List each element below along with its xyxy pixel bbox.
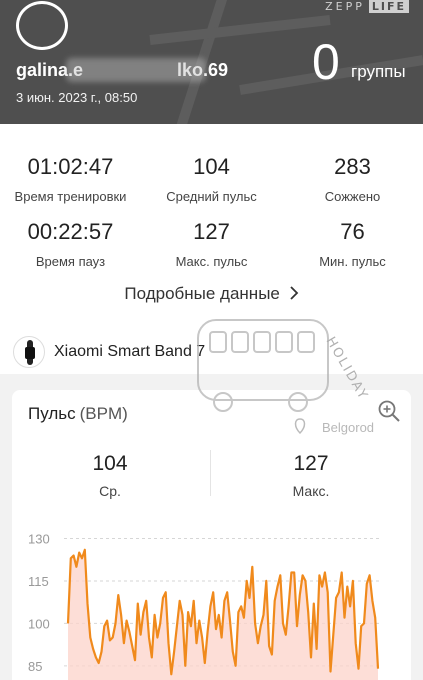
- max-pulse-label: Макс.: [292, 483, 330, 499]
- heart-rate-chart: 130 115 100 85: [28, 531, 382, 680]
- divider: [210, 450, 211, 496]
- stat-value: 104: [193, 154, 230, 179]
- stat-avg-pulse: 104 Средний пульс: [141, 154, 282, 204]
- watermark-city: Belgorod: [322, 420, 374, 435]
- avg-pulse-value: 104: [92, 452, 128, 475]
- y-tick-label: 100: [28, 616, 50, 631]
- avg-pulse-label: Ср.: [99, 483, 121, 499]
- stat-value: 01:02:47: [27, 154, 114, 179]
- user-avatar[interactable]: [16, 1, 68, 50]
- stat-min-pulse: 76 Мин. пульс: [282, 219, 423, 269]
- watermark-word: HOLIDAY: [323, 335, 371, 404]
- name-redaction: [66, 58, 206, 82]
- stat-value: 127: [193, 219, 230, 244]
- y-tick-label: 85: [28, 659, 42, 674]
- band-icon: [13, 336, 45, 368]
- stat-value: 76: [340, 219, 365, 244]
- chevron-right-icon: [289, 286, 298, 300]
- app-logo: ZEPP LIFE: [325, 0, 409, 13]
- holiday-bus-watermark: HOLIDAY Belgorod: [197, 319, 374, 435]
- y-tick-label: 130: [28, 531, 50, 546]
- max-pulse-value: 127: [293, 452, 329, 475]
- stat-value: 00:22:57: [27, 219, 114, 244]
- stat-label: Время пауз: [35, 254, 106, 269]
- workout-header: ZEPP LIFE galina.e lko.69 3 июн. 2023 г., …: [0, 0, 423, 124]
- groups-label: группы: [351, 62, 406, 81]
- stat-duration: 01:02:47 Время тренировки: [0, 154, 141, 204]
- stat-label: Мин. пульс: [319, 254, 386, 269]
- stat-label: Макс. пульс: [175, 254, 248, 269]
- stat-pause-time: 00:22:57 Время пауз: [0, 219, 141, 269]
- groups-count: 0: [312, 34, 340, 90]
- max-pulse: 127 Макс.: [236, 452, 386, 499]
- avg-pulse: 104 Ср.: [35, 452, 185, 499]
- y-tick-label: 115: [28, 574, 49, 589]
- stat-max-pulse: 127 Макс. пульс: [141, 219, 282, 269]
- stat-label: Время тренировки: [14, 189, 127, 204]
- stat-value: 283: [334, 154, 371, 179]
- stat-label: Сожжено: [324, 189, 381, 204]
- workout-date: 3 июн. 2023 г., 08:50: [16, 90, 138, 105]
- stat-label: Средний пульс: [166, 189, 257, 204]
- stat-calories: 283 Сожжено: [282, 154, 423, 204]
- card-title: Пульс (BPM): [28, 404, 128, 423]
